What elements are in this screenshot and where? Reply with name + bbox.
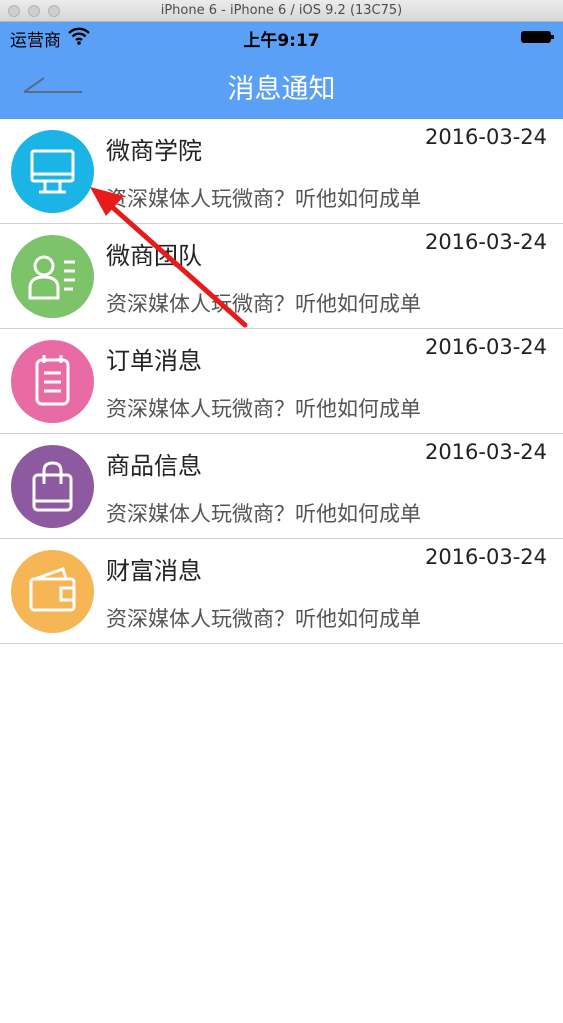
shopping-bag-icon (11, 445, 94, 528)
message-title: 订单消息 (106, 347, 202, 375)
status-bar: 运营商 上午9:17 (0, 22, 563, 52)
message-date: 2016-03-24 (424, 545, 547, 569)
wallet-icon (11, 550, 94, 633)
message-preview: 资深媒体人玩微商？听他如何成单 (106, 502, 421, 526)
avatar (11, 340, 94, 423)
message-title: 财富消息 (106, 557, 202, 585)
avatar (11, 550, 94, 633)
message-date: 2016-03-24 (424, 440, 547, 464)
avatar (11, 445, 94, 528)
message-date: 2016-03-24 (424, 125, 547, 149)
simulator-title-bar: iPhone 6 - iPhone 6 / iOS 9.2 (13C75) (0, 0, 563, 22)
order-list-icon (11, 340, 94, 423)
message-preview: 资深媒体人玩微商？听他如何成单 (106, 397, 421, 421)
message-row-order[interactable]: 订单消息 2016-03-24 资深媒体人玩微商？听他如何成单 (0, 329, 563, 434)
battery-icon (521, 31, 554, 43)
message-title: 商品信息 (106, 452, 202, 480)
navigation-bar: 消息通知 (0, 52, 563, 119)
page-title: 消息通知 (227, 74, 336, 105)
clock-label: 上午9:17 (243, 31, 320, 51)
message-date: 2016-03-24 (424, 230, 547, 254)
message-preview: 资深媒体人玩微商？听他如何成单 (106, 607, 421, 631)
message-row-wealth[interactable]: 财富消息 2016-03-24 资深媒体人玩微商？听他如何成单 (0, 539, 563, 644)
red-arrow-annotation (90, 187, 248, 328)
message-row-product[interactable]: 商品信息 2016-03-24 资深媒体人玩微商？听他如何成单 (0, 434, 563, 539)
window-title: iPhone 6 - iPhone 6 / iOS 9.2 (13C75) (160, 3, 403, 18)
message-title: 微商学院 (106, 137, 202, 165)
message-date: 2016-03-24 (424, 335, 547, 359)
